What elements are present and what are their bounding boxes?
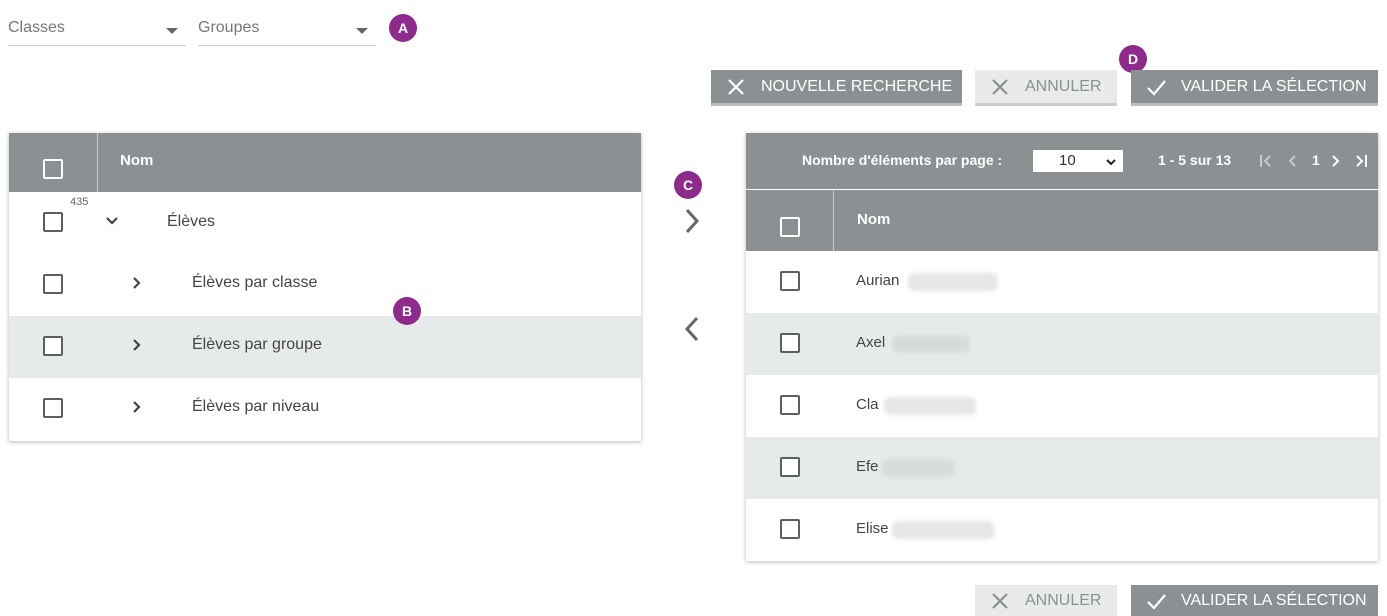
tree-row-label: Élèves par classe [192, 274, 318, 291]
validate-selection-button-bottom[interactable]: VALIDER LA SÉLECTION [1131, 585, 1378, 616]
redacted-surname [908, 273, 998, 291]
per-page-value: 10 [1059, 152, 1076, 169]
cancel-button-bottom[interactable]: ANNULER [975, 585, 1117, 616]
selection-header-nom: Nom [857, 211, 891, 228]
check-icon [1145, 76, 1167, 98]
cancel-label: ANNULER [1025, 77, 1102, 95]
tree-header: Nom [9, 133, 641, 192]
chevron-down-icon [1105, 155, 1117, 167]
badge-d: D [1119, 45, 1147, 73]
cancel-label: ANNULER [1025, 591, 1102, 609]
close-icon [989, 590, 1011, 612]
row-checkbox[interactable] [780, 457, 800, 477]
badge-b: B [393, 297, 421, 325]
row-checkbox[interactable] [780, 519, 800, 539]
chevron-right-icon[interactable] [129, 275, 145, 291]
caret-down-icon [356, 28, 368, 34]
tree-row-eleves[interactable]: 435 Élèves [9, 192, 641, 254]
selection-select-all-checkbox[interactable] [780, 217, 800, 237]
last-page-icon[interactable] [1353, 153, 1369, 169]
table-row[interactable]: Axel [746, 313, 1378, 375]
row-checkbox[interactable] [780, 395, 800, 415]
move-right-button[interactable] [680, 204, 704, 238]
row-checkbox[interactable] [43, 274, 63, 294]
chevron-right-icon[interactable] [129, 399, 145, 415]
close-icon [989, 76, 1011, 98]
validate-selection-button-top[interactable]: VALIDER LA SÉLECTION [1131, 70, 1378, 106]
tree-row-eleves-par-groupe[interactable]: Élèves par groupe [9, 316, 641, 378]
student-name: Aurian [856, 272, 900, 289]
tree-header-nom: Nom [120, 152, 154, 169]
tree-row-label: Élèves par niveau [192, 398, 320, 415]
tree-row-label: Élèves par groupe [192, 336, 322, 353]
redacted-surname [892, 335, 970, 353]
redacted-surname [882, 459, 954, 477]
move-left-button[interactable] [680, 312, 704, 346]
classes-select-label: Classes [8, 19, 65, 36]
validate-label: VALIDER LA SÉLECTION [1181, 77, 1367, 95]
redacted-surname [884, 397, 976, 415]
first-page-icon[interactable] [1258, 153, 1274, 169]
header-divider [833, 190, 834, 251]
header-divider [97, 133, 98, 192]
table-row[interactable]: Cla [746, 375, 1378, 437]
prev-page-icon[interactable] [1284, 153, 1300, 169]
close-icon [725, 76, 747, 98]
table-row[interactable]: Efe [746, 437, 1378, 499]
row-checkbox[interactable] [43, 398, 63, 418]
selection-header: Nom [746, 190, 1378, 251]
page-range-label: 1 - 5 sur 13 [1158, 152, 1232, 168]
pager-bar: Nombre d'éléments par page : 10 1 - 5 su… [746, 133, 1378, 189]
student-name: Efe [856, 458, 879, 475]
classes-select[interactable]: Classes [8, 14, 186, 46]
validate-label: VALIDER LA SÉLECTION [1181, 591, 1367, 609]
row-checkbox[interactable] [43, 212, 63, 232]
redacted-surname [892, 521, 994, 539]
check-icon [1145, 590, 1167, 612]
row-checkbox[interactable] [780, 333, 800, 353]
per-page-label: Nombre d'éléments par page : [802, 152, 1003, 168]
tree-panel: Nom 435 Élèves Élèves par classe Élèves … [9, 133, 641, 441]
cancel-button-top[interactable]: ANNULER [975, 70, 1117, 106]
student-name: Cla [856, 396, 879, 413]
groupes-select[interactable]: Groupes [198, 14, 376, 46]
badge-c: C [674, 171, 702, 199]
chevron-right-icon[interactable] [129, 337, 145, 353]
next-page-icon[interactable] [1328, 153, 1344, 169]
student-name: Axel [856, 334, 886, 351]
tree-row-eleves-par-niveau[interactable]: Élèves par niveau [9, 378, 641, 441]
student-name: Elise [856, 520, 889, 537]
caret-down-icon [166, 28, 178, 34]
table-row[interactable]: Elise [746, 499, 1378, 561]
groupes-select-label: Groupes [198, 19, 260, 36]
selection-panel: Nombre d'éléments par page : 10 1 - 5 su… [746, 133, 1378, 561]
table-row[interactable]: Aurian [746, 251, 1378, 313]
tree-select-all-checkbox[interactable] [43, 159, 63, 179]
new-search-label: NOUVELLE RECHERCHE [761, 77, 953, 95]
tree-row-eleves-par-classe[interactable]: Élèves par classe [9, 254, 641, 316]
tree-row-label: Élèves [167, 213, 216, 230]
badge-a: A [389, 14, 417, 42]
chevron-down-icon[interactable] [104, 213, 120, 229]
current-page[interactable]: 1 [1312, 152, 1320, 168]
new-search-button[interactable]: NOUVELLE RECHERCHE [711, 70, 962, 106]
per-page-select[interactable]: 10 [1033, 150, 1123, 172]
row-checkbox[interactable] [780, 271, 800, 291]
count-badge: 435 [70, 196, 89, 208]
row-checkbox[interactable] [43, 336, 63, 356]
